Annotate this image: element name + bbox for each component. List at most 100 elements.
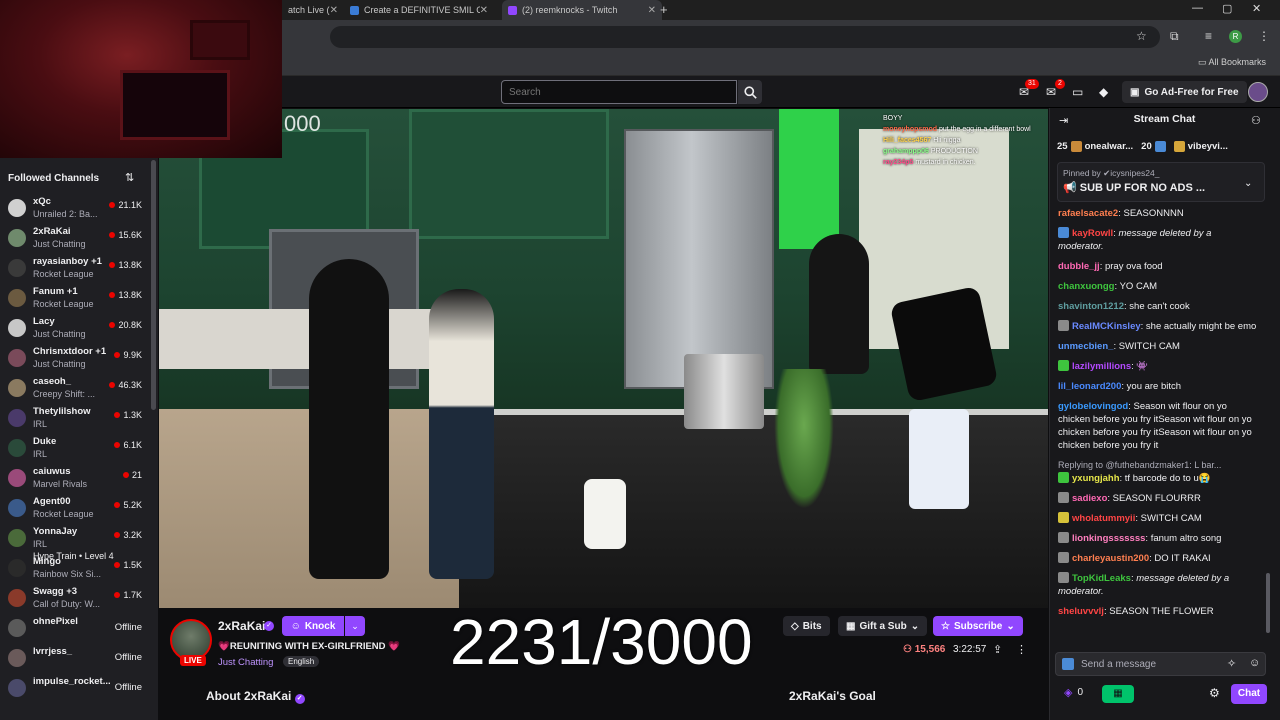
sidebar-channel-9[interactable]: caiuwus Marvel Rivals 21: [0, 463, 152, 493]
close-window-icon[interactable]: ✕: [1252, 2, 1261, 15]
chat-settings-icon[interactable]: ⚙: [1209, 686, 1220, 700]
chat-username[interactable]: TopKidLeaks: [1072, 573, 1131, 584]
chevron-down-icon[interactable]: ⌄: [345, 616, 365, 636]
maximize-icon[interactable]: ▢: [1222, 2, 1232, 15]
chat-send-button[interactable]: Chat: [1231, 684, 1267, 704]
chat-username[interactable]: sadiexo: [1072, 493, 1107, 504]
sidebar-channel-10[interactable]: Agent00 Rocket League 5.2K: [0, 493, 152, 523]
sidebar-channel-0[interactable]: xQc Unrailed 2: Ba... 21.1K: [0, 193, 152, 223]
media-icon[interactable]: ≡: [1205, 29, 1212, 43]
chat-username[interactable]: chanxuongg: [1058, 281, 1114, 292]
top-gifter[interactable]: 25 onealwar...: [1057, 140, 1133, 152]
sidebar-channel-14[interactable]: ohnePixel Offline: [0, 613, 152, 643]
knock-button[interactable]: ☺ Knock: [282, 616, 344, 636]
chat-username[interactable]: yxungjahh: [1072, 473, 1120, 484]
chat-scrollbar[interactable]: [1266, 573, 1270, 633]
claim-bonus-button[interactable]: ▦: [1102, 685, 1134, 703]
chat-username[interactable]: shavinton1212: [1058, 301, 1124, 312]
chat-username[interactable]: kayRowll: [1072, 228, 1113, 239]
gift-sub-button[interactable]: ▦ Gift a Sub ⌄: [838, 616, 928, 636]
sidebar-channel-2[interactable]: rayasianboy +1 Rocket League 13.8K: [0, 253, 152, 283]
notifications-icon[interactable]: ✉: [1046, 85, 1056, 99]
chat-username[interactable]: gylobelovingod: [1058, 401, 1128, 412]
sort-icon[interactable]: ⇅: [125, 171, 134, 184]
chat-message[interactable]: sadiexo: SEASON FLOURRR: [1058, 492, 1258, 505]
address-bar[interactable]: [330, 26, 1160, 48]
chat-username[interactable]: wholatummyii: [1072, 513, 1135, 524]
go-ad-free-button[interactable]: ▣ Go Ad-Free for Free: [1122, 81, 1247, 103]
emote-picker-icon[interactable]: ☺: [1249, 657, 1260, 669]
chat-message[interactable]: gylobelovingod: Season wit flour on yo c…: [1058, 400, 1258, 452]
browser-menu-icon[interactable]: ⋮: [1258, 29, 1270, 43]
search-button[interactable]: [738, 80, 762, 104]
browser-tab[interactable]: Create a DEFINITIVE SMIL CHAR✕: [344, 0, 494, 20]
extensions-icon[interactable]: ⧉: [1170, 29, 1179, 44]
chat-message[interactable]: yxungjahh: tf barcode do to u😭: [1058, 472, 1258, 485]
minimize-icon[interactable]: —: [1192, 2, 1203, 14]
chat-username[interactable]: lil_leonard200: [1058, 381, 1121, 392]
chat-message[interactable]: chanxuongg: YO CAM: [1058, 280, 1258, 293]
streamer-name[interactable]: 2xRaKai: [218, 619, 265, 633]
sidebar-channel-5[interactable]: Chrisnxtdoor +1 Just Chatting 9.9K: [0, 343, 152, 373]
reply-context[interactable]: Replying to @futhebandzmaker1: L bar...: [1058, 459, 1258, 472]
browser-tab[interactable]: atch Live (✕: [282, 0, 344, 20]
user-avatar[interactable]: [1248, 82, 1268, 102]
chat-message[interactable]: charleyaustin200: DO IT RAKAI: [1058, 552, 1258, 565]
chat-username[interactable]: lionkingsssssss: [1072, 533, 1145, 544]
sidebar-channel-15[interactable]: lvrrjess_ Offline: [0, 643, 152, 673]
top-gifter[interactable]: 20: [1141, 140, 1166, 152]
video-player[interactable]: 000 BOYY moneyhopsmod put the egg in a di…: [159, 109, 1048, 608]
chat-username[interactable]: charleyaustin200: [1072, 553, 1149, 564]
community-icon[interactable]: ⚇: [1251, 114, 1261, 127]
sidebar-channel-6[interactable]: caseoh_ Creepy Shift: ... 46.3K: [0, 373, 152, 403]
chat-username[interactable]: sheluvvvlj: [1058, 606, 1104, 617]
search-input[interactable]: [501, 80, 737, 104]
channel-points[interactable]: ◈ 0: [1064, 686, 1083, 699]
chat-username[interactable]: RealMCKinsley: [1072, 321, 1141, 332]
chat-message[interactable]: TopKidLeaks: message deleted by a modera…: [1058, 572, 1258, 598]
chat-identity-badge[interactable]: [1062, 658, 1074, 670]
sidebar-channel-4[interactable]: Lacy Just Chatting 20.8K: [0, 313, 152, 343]
stream-category-link[interactable]: Just Chatting: [218, 657, 273, 668]
chat-username[interactable]: lazilymillions: [1072, 361, 1131, 372]
sidebar-channel-7[interactable]: Thetylilshow IRL 1.3K: [0, 403, 152, 433]
chevron-down-icon[interactable]: ⌄: [1244, 178, 1252, 189]
bits-icon[interactable]: ✧: [1227, 657, 1236, 670]
chat-message[interactable]: kayRowll: message deleted by a moderator…: [1058, 227, 1258, 253]
new-tab-button[interactable]: +: [660, 2, 668, 17]
more-options-icon[interactable]: ⋮: [1016, 643, 1027, 656]
sidebar-channel-8[interactable]: Duke IRL 6.1K: [0, 433, 152, 463]
sidebar-channel-16[interactable]: impulse_rocket... Offline: [0, 673, 152, 703]
bits-button[interactable]: ◇ Bits: [783, 616, 830, 636]
top-gifter[interactable]: vibeyvi...: [1173, 140, 1228, 152]
chat-username[interactable]: dubble_jj: [1058, 261, 1100, 272]
language-tag[interactable]: English: [283, 656, 320, 667]
profile-avatar[interactable]: R: [1229, 30, 1242, 43]
sidebar-channel-11[interactable]: YonnaJay IRL 3.2K Hype Train • Level 4: [0, 523, 152, 561]
sidebar-channel-3[interactable]: Fanum +1 Rocket League 13.8K: [0, 283, 152, 313]
chat-username[interactable]: rafaelsacate2: [1058, 208, 1118, 219]
chat-message[interactable]: dubble_jj: pray ova food: [1058, 260, 1258, 273]
sidebar-channel-13[interactable]: Swagg +3 Call of Duty: W... 1.7K: [0, 583, 152, 613]
chat-message[interactable]: lil_leonard200: you are bitch: [1058, 380, 1258, 393]
chat-username[interactable]: unmecbien_: [1058, 341, 1113, 352]
chat-message[interactable]: shavinton1212: she can't cook: [1058, 300, 1258, 313]
sidebar-channel-1[interactable]: 2xRaKai Just Chatting 15.6K: [0, 223, 152, 253]
tab-close-icon[interactable]: ✕: [480, 5, 488, 16]
whispers-icon[interactable]: ▭: [1072, 85, 1083, 99]
all-bookmarks-link[interactable]: ▭ All Bookmarks: [1198, 57, 1266, 68]
chat-message[interactable]: sheluvvvlj: SEASON THE FLOWER: [1058, 605, 1258, 618]
chat-message[interactable]: unmecbien_: SWITCH CAM: [1058, 340, 1258, 353]
chat-message[interactable]: lionkingsssssss: fanum altro song: [1058, 532, 1258, 545]
chat-message[interactable]: wholatummyii: SWITCH CAM: [1058, 512, 1258, 525]
browser-tab[interactable]: (2) reemknocks - Twitch ✕: [502, 0, 662, 20]
sidebar-scrollbar[interactable]: [151, 160, 156, 410]
chat-message[interactable]: lazilymillions: 👾: [1058, 360, 1258, 373]
chat-message[interactable]: RealMCKinsley: she actually might be emo: [1058, 320, 1258, 333]
tab-close-icon[interactable]: ✕: [330, 5, 338, 16]
share-icon[interactable]: ⇪: [993, 643, 1002, 656]
chat-message[interactable]: rafaelsacate2: SEASONNNN: [1058, 207, 1258, 220]
bookmark-star-icon[interactable]: ☆: [1136, 29, 1147, 43]
crown-icon[interactable]: ◆: [1099, 85, 1108, 99]
subscribe-button[interactable]: ☆ Subscribe ⌄: [933, 616, 1023, 636]
